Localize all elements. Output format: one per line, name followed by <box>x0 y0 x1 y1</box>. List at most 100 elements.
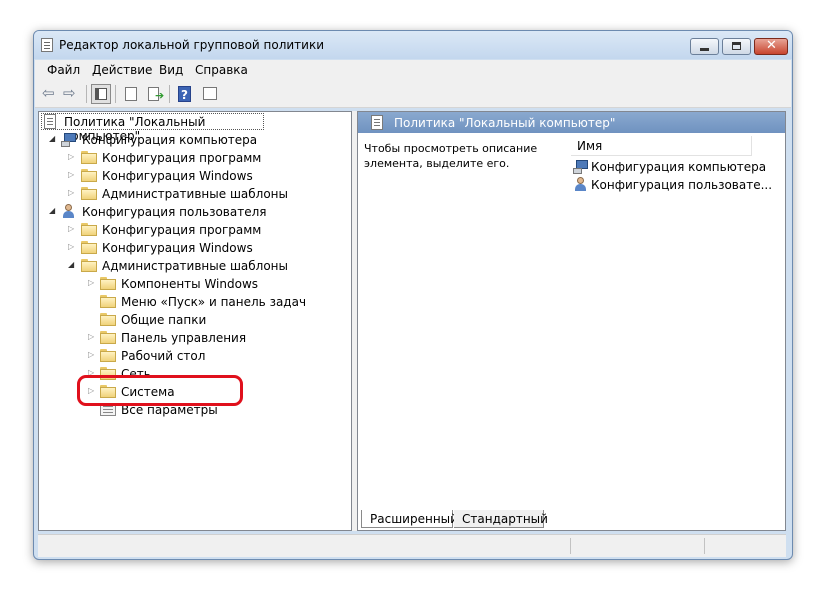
folder-icon <box>81 169 97 182</box>
policy-tree[interactable]: Политика "Локальный компьютер" ◢ Конфигу… <box>38 111 352 531</box>
export-list-button[interactable]: ➔ <box>145 84 165 104</box>
tree-item-control-panel[interactable]: ▷ Панель управления <box>39 329 349 347</box>
back-button[interactable]: ⇦ <box>41 84 61 104</box>
folder-icon <box>81 223 97 236</box>
details-list[interactable]: Имя Конфигурация компьютера Конфигурация… <box>571 136 785 496</box>
export-arrow-icon: ➔ <box>155 89 165 102</box>
filter-button[interactable] <box>200 84 220 104</box>
tree-item-desktop[interactable]: ▷ Рабочий стол <box>39 347 349 365</box>
details-header-label: Политика "Локальный компьютер" <box>394 116 616 130</box>
tree-label: Компоненты Windows <box>121 277 259 291</box>
tree-label: Меню «Пуск» и панель задач <box>121 295 307 309</box>
tree-label: Административные шаблоны <box>102 187 289 201</box>
menu-action[interactable]: Действие <box>92 63 152 77</box>
user-icon <box>61 204 77 219</box>
folder-icon <box>100 277 116 290</box>
user-icon <box>573 177 589 192</box>
tree-item-user-admin-templates[interactable]: ◢ Административные шаблоны <box>39 257 349 275</box>
policy-icon <box>44 114 56 129</box>
tree-item-user-software-settings[interactable]: ▷ Конфигурация программ <box>39 221 349 239</box>
close-icon: ✕ <box>766 38 777 53</box>
status-separator <box>570 538 571 554</box>
help-icon: ? <box>178 86 191 102</box>
tree-item-shared-folders[interactable]: Общие папки <box>39 311 349 329</box>
tree-item-user-windows-settings[interactable]: ▷ Конфигурация Windows <box>39 239 349 257</box>
menu-bar: Файл Действие Вид Справка <box>35 60 791 81</box>
description-text: Чтобы просмотреть описание элемента, выд… <box>364 142 538 170</box>
title-bar[interactable]: Редактор локальной групповой политики ✕ <box>34 31 792 59</box>
folder-open-icon <box>81 259 97 272</box>
folder-icon <box>81 187 97 200</box>
forward-button[interactable]: ⇨ <box>62 84 82 104</box>
properties-icon <box>125 87 137 101</box>
folder-icon <box>100 313 116 326</box>
tree-item-windows-settings[interactable]: ▷ Конфигурация Windows <box>39 167 349 185</box>
forward-arrow-icon: ⇨ <box>63 84 76 102</box>
close-button[interactable]: ✕ <box>754 38 788 55</box>
tab-extended[interactable]: Расширенный <box>361 510 458 528</box>
show-hide-tree-icon <box>95 88 107 100</box>
list-item-computer-config[interactable]: Конфигурация компьютера <box>573 158 773 176</box>
toolbar-separator <box>86 85 87 103</box>
tree-label: Конфигурация пользователя <box>82 205 267 219</box>
window-title: Редактор локальной групповой политики <box>59 38 325 52</box>
details-header: Политика "Локальный компьютер" <box>358 112 785 133</box>
tree-item-windows-components[interactable]: ▷ Компоненты Windows <box>39 275 349 293</box>
back-arrow-icon: ⇦ <box>42 84 55 102</box>
collapse-icon: ◢ <box>49 206 56 215</box>
expand-icon: ▷ <box>68 188 75 197</box>
minimize-icon <box>700 48 709 51</box>
menu-help[interactable]: Справка <box>195 63 248 77</box>
tree-label: Конфигурация программ <box>102 151 262 165</box>
tab-standard[interactable]: Стандартный <box>454 510 548 528</box>
policy-icon <box>371 115 383 130</box>
maximize-icon <box>732 42 741 50</box>
toolbar-separator <box>169 85 170 103</box>
status-separator <box>704 538 705 554</box>
tree-label: Панель управления <box>121 331 247 345</box>
menu-view[interactable]: Вид <box>159 63 183 77</box>
red-highlight-annotation <box>77 375 243 406</box>
show-hide-tree-button[interactable] <box>91 84 111 104</box>
collapse-icon: ◢ <box>68 260 75 269</box>
column-header-label: Имя <box>577 139 603 153</box>
expand-icon: ▷ <box>68 152 75 161</box>
tree-item-computer-config[interactable]: ◢ Конфигурация компьютера <box>39 131 349 149</box>
properties-button[interactable] <box>121 84 141 104</box>
expand-icon: ▷ <box>68 224 75 233</box>
column-header-name[interactable]: Имя <box>571 136 752 156</box>
status-bar <box>38 534 786 557</box>
tree-label: Административные шаблоны <box>102 259 289 273</box>
tree-item-user-config[interactable]: ◢ Конфигурация пользователя <box>39 203 349 221</box>
folder-icon <box>100 349 116 362</box>
expand-icon: ▷ <box>88 278 95 287</box>
tree-item-start-menu[interactable]: Меню «Пуск» и панель задач <box>39 293 349 311</box>
computer-icon <box>61 132 77 147</box>
view-tabs: Расширенный Стандартный <box>358 510 785 530</box>
filter-icon <box>203 87 217 100</box>
folder-icon <box>100 331 116 344</box>
details-pane: Политика "Локальный компьютер" Чтобы про… <box>357 111 786 531</box>
tree-label: Конфигурация компьютера <box>82 133 258 147</box>
maximize-button[interactable] <box>722 38 751 55</box>
minimize-button[interactable] <box>690 38 719 55</box>
tree-item-software-settings[interactable]: ▷ Конфигурация программ <box>39 149 349 167</box>
expand-icon: ▷ <box>68 170 75 179</box>
toolbar-separator <box>115 85 116 103</box>
expand-icon: ▷ <box>88 350 95 359</box>
expand-icon: ▷ <box>68 242 75 251</box>
tree-label: Общие папки <box>121 313 207 327</box>
help-button[interactable]: ? <box>175 84 195 104</box>
tree-root-selected[interactable]: Политика "Локальный компьютер" <box>41 113 264 143</box>
list-item-user-config[interactable]: Конфигурация пользовате... <box>573 176 773 194</box>
tree-item-admin-templates[interactable]: ▷ Административные шаблоны <box>39 185 349 203</box>
tree-label: Конфигурация программ <box>102 223 262 237</box>
tree-label: Конфигурация Windows <box>102 169 253 183</box>
folder-icon <box>100 295 116 308</box>
menu-file[interactable]: Файл <box>47 63 80 77</box>
folder-icon <box>81 241 97 254</box>
list-item-label: Конфигурация компьютера <box>591 160 767 174</box>
expand-icon: ▷ <box>88 332 95 341</box>
tree-label: Конфигурация Windows <box>102 241 253 255</box>
collapse-icon: ◢ <box>49 134 56 143</box>
